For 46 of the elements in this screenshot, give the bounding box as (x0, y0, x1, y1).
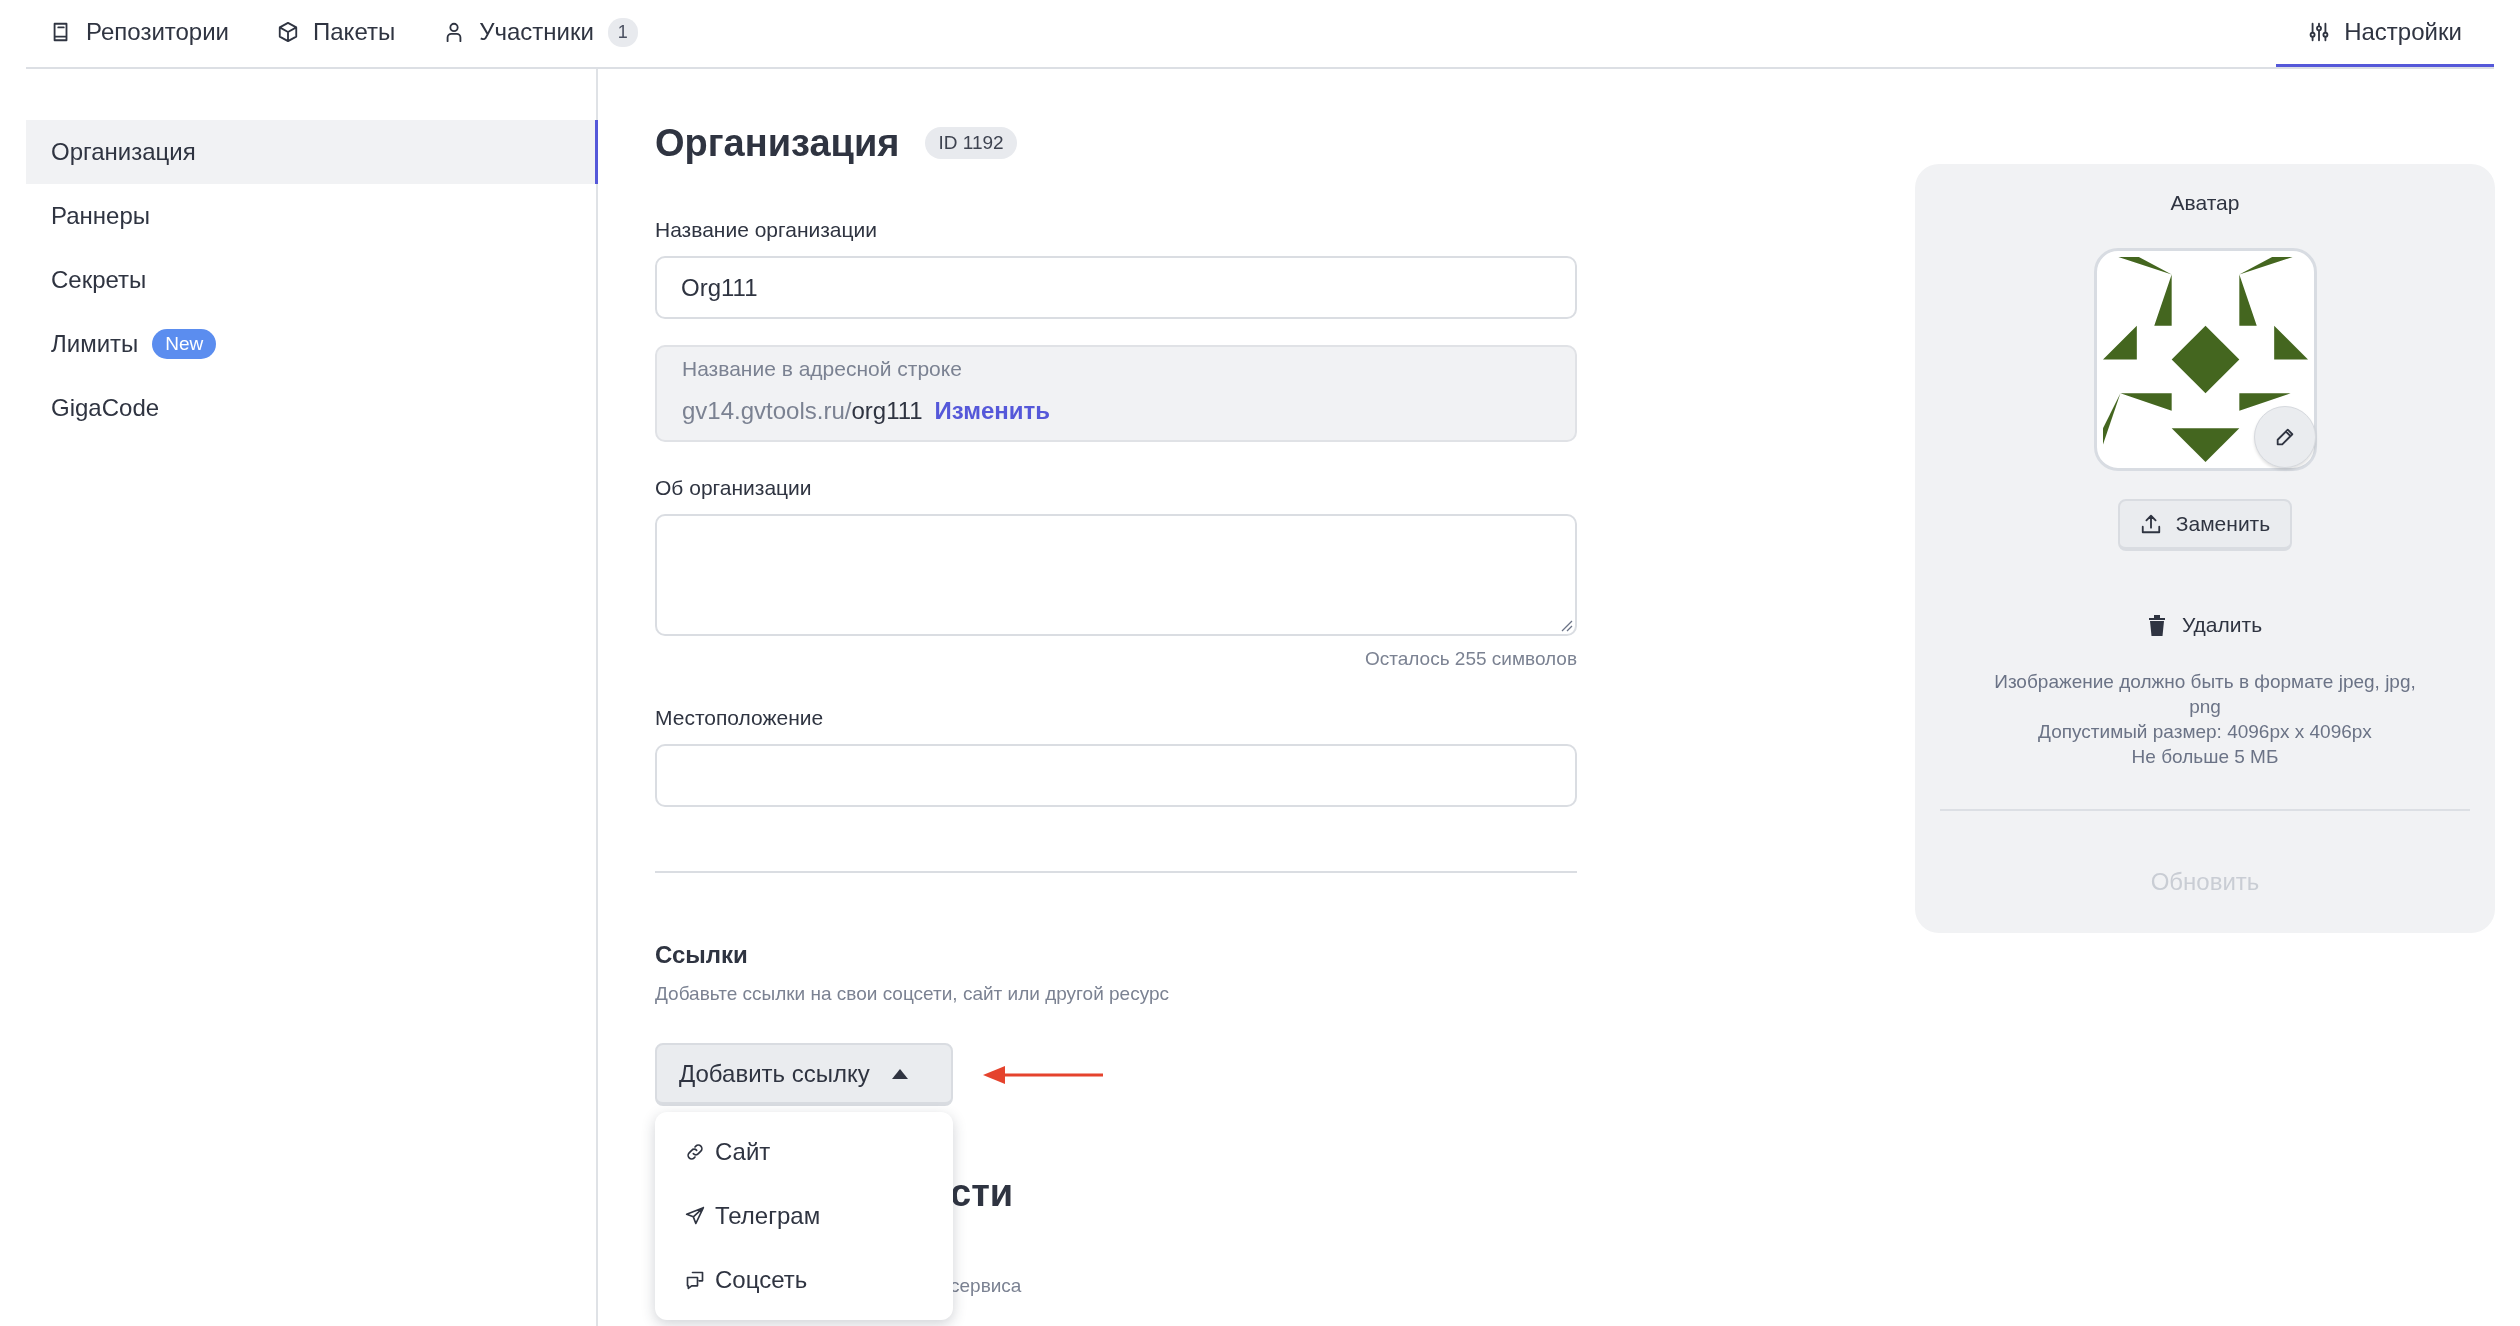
hint-text: Изображение должно быть в формате jpeg, jpg, png (1993, 670, 2417, 719)
cube-icon (277, 21, 299, 43)
text-area[interactable] (655, 514, 1577, 636)
resize-grip-icon (1559, 618, 1573, 632)
hint-text: Не больше 5 МБ (2131, 745, 2279, 769)
nav-tab[interactable]: Участники 1 (419, 0, 662, 67)
menu-item[interactable]: Телеграм (655, 1184, 953, 1248)
sidebar-item[interactable]: Организация (26, 120, 598, 184)
section-title: Ссылки (655, 941, 749, 969)
menu-item[interactable]: Соцсеть (655, 1248, 953, 1312)
char-counter: Осталось 255 символов (1363, 648, 1577, 670)
section-description: сервиса (950, 1275, 1023, 1297)
section-title: сти (950, 1172, 1015, 1215)
field-label: Название в адресной строке (682, 357, 963, 381)
new-badge: New (152, 329, 217, 359)
sliders-icon (2308, 21, 2331, 43)
count-badge: 1 (607, 17, 638, 47)
change-link[interactable]: Изменить (934, 397, 1051, 425)
chat-icon (685, 1270, 705, 1290)
nav-tab[interactable]: Пакеты (253, 0, 420, 67)
trash-icon (2147, 614, 2166, 636)
sidebar-item[interactable]: Секреты (26, 248, 598, 312)
field-label: Название организации (655, 218, 879, 242)
hint-text: Допустимый размер: 4096px x 4096px (2038, 720, 2372, 744)
sidebar-item[interactable]: GigaCode (26, 376, 598, 440)
upload-icon (2139, 513, 2162, 535)
delete-button[interactable]: Удалить (2139, 609, 2271, 641)
menu-item[interactable]: Сайт (655, 1120, 953, 1184)
link-icon (685, 1142, 705, 1162)
sidebar-item[interactable]: Раннеры (26, 184, 598, 248)
address-url: gv14.gvtools.ru/org111 (682, 397, 923, 425)
add-link-button[interactable]: Добавить ссылку (655, 1043, 953, 1106)
card-title: Аватар (2170, 191, 2240, 215)
caret-icon (891, 1068, 908, 1079)
field-label: Местоположение (655, 706, 825, 730)
send-icon (685, 1206, 705, 1226)
settings-tab[interactable]: Настройки (2276, 0, 2494, 67)
nav-tab[interactable]: Репозитории (26, 0, 253, 67)
id-badge: ID 1192 (925, 127, 1017, 159)
page-title: Организация (655, 121, 900, 165)
replace-button[interactable]: Заменить (2117, 499, 2293, 551)
input-field[interactable] (655, 744, 1577, 807)
section-description: Добавьте ссылки на свои соцсети, сайт или другой ресурс (655, 983, 1171, 1005)
field-label: Об организации (655, 476, 813, 500)
sidebar-item[interactable]: Лимиты New (26, 312, 598, 376)
input-field[interactable]: Org111 (655, 256, 1577, 319)
